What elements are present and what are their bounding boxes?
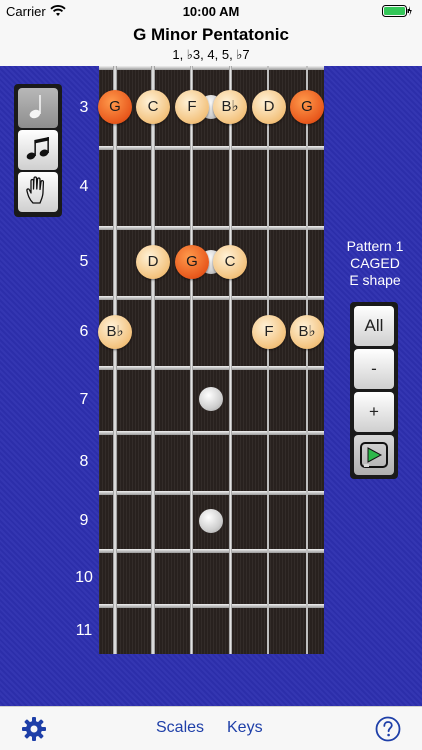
hand-icon — [25, 175, 51, 210]
play-icon — [359, 442, 389, 474]
note-marker[interactable]: B♭ — [290, 315, 324, 349]
fretboard-area: 3 4 5 6 7 8 9 10 11 G C F B♭ D G D G C B… — [0, 66, 422, 706]
guitar-string — [306, 66, 308, 654]
fret-number: 6 — [79, 323, 89, 340]
fret-bar — [99, 226, 324, 230]
fret-bar — [99, 604, 324, 608]
fret-bar — [99, 296, 324, 300]
status-bar: Carrier 10:00 AM — [0, 0, 422, 22]
fret-number: 9 — [79, 512, 89, 529]
mode-button-panel — [14, 84, 62, 217]
battery-icon — [382, 5, 412, 20]
guitar-string — [229, 66, 232, 654]
fret-bar — [99, 549, 324, 553]
show-all-button[interactable]: All — [354, 306, 394, 346]
note-marker[interactable]: F — [175, 90, 209, 124]
fret-number: 10 — [75, 569, 93, 586]
fret-number: 11 — [75, 622, 93, 639]
guitar-string — [267, 66, 269, 654]
previous-pattern-button[interactable]: - — [354, 349, 394, 389]
fretboard[interactable] — [99, 66, 324, 654]
play-button[interactable] — [354, 435, 394, 475]
pattern-number-label: Pattern 1 — [346, 238, 404, 254]
fret-bar — [99, 431, 324, 435]
hand-mode-button[interactable] — [18, 172, 58, 212]
guitar-string — [113, 66, 117, 654]
fret-number: 5 — [79, 253, 89, 270]
fret-inlay-dot — [199, 387, 223, 411]
pattern-control-panel: All - + — [350, 302, 398, 479]
gear-icon[interactable] — [21, 716, 47, 747]
note-marker-root[interactable]: G — [98, 90, 132, 124]
scales-tab[interactable]: Scales — [156, 719, 204, 737]
help-icon[interactable] — [375, 716, 401, 747]
note-marker[interactable]: B♭ — [98, 315, 132, 349]
guitar-string — [151, 66, 155, 654]
fret-bar — [99, 66, 324, 70]
scale-title: G Minor Pentatonic — [133, 25, 289, 44]
note-marker[interactable]: C — [213, 245, 247, 279]
fret-number: 8 — [79, 453, 89, 470]
single-note-mode-button[interactable] — [18, 88, 58, 128]
fret-bar — [99, 366, 324, 370]
note-marker[interactable]: F — [252, 315, 286, 349]
notes-mode-button[interactable] — [18, 130, 58, 170]
bottom-toolbar: Scales Keys — [0, 706, 422, 750]
beamed-notes-icon — [25, 134, 51, 167]
pattern-shape-label: E shape — [349, 272, 401, 288]
status-time: 10:00 AM — [182, 4, 240, 19]
note-marker[interactable]: D — [252, 90, 286, 124]
note-marker-root[interactable]: G — [290, 90, 324, 124]
scale-formula: 1, ♭3, 4, 5, ♭7 — [172, 47, 250, 62]
fret-bar — [99, 146, 324, 150]
navigation-bar: G Minor Pentatonic 1, ♭3, 4, 5, ♭7 — [0, 22, 422, 66]
fret-number: 3 — [79, 99, 89, 116]
fret-number: 7 — [79, 391, 89, 408]
single-note-icon — [27, 92, 49, 125]
pattern-system-label: CAGED — [350, 255, 400, 271]
note-marker[interactable]: C — [136, 90, 170, 124]
fret-number: 4 — [79, 178, 89, 195]
note-marker-root[interactable]: G — [175, 245, 209, 279]
note-marker[interactable]: B♭ — [213, 90, 247, 124]
fret-inlay-dot — [199, 509, 223, 533]
keys-tab[interactable]: Keys — [227, 719, 263, 737]
guitar-string — [190, 66, 193, 654]
note-marker[interactable]: D — [136, 245, 170, 279]
fret-bar — [99, 491, 324, 495]
next-pattern-button[interactable]: + — [354, 392, 394, 432]
